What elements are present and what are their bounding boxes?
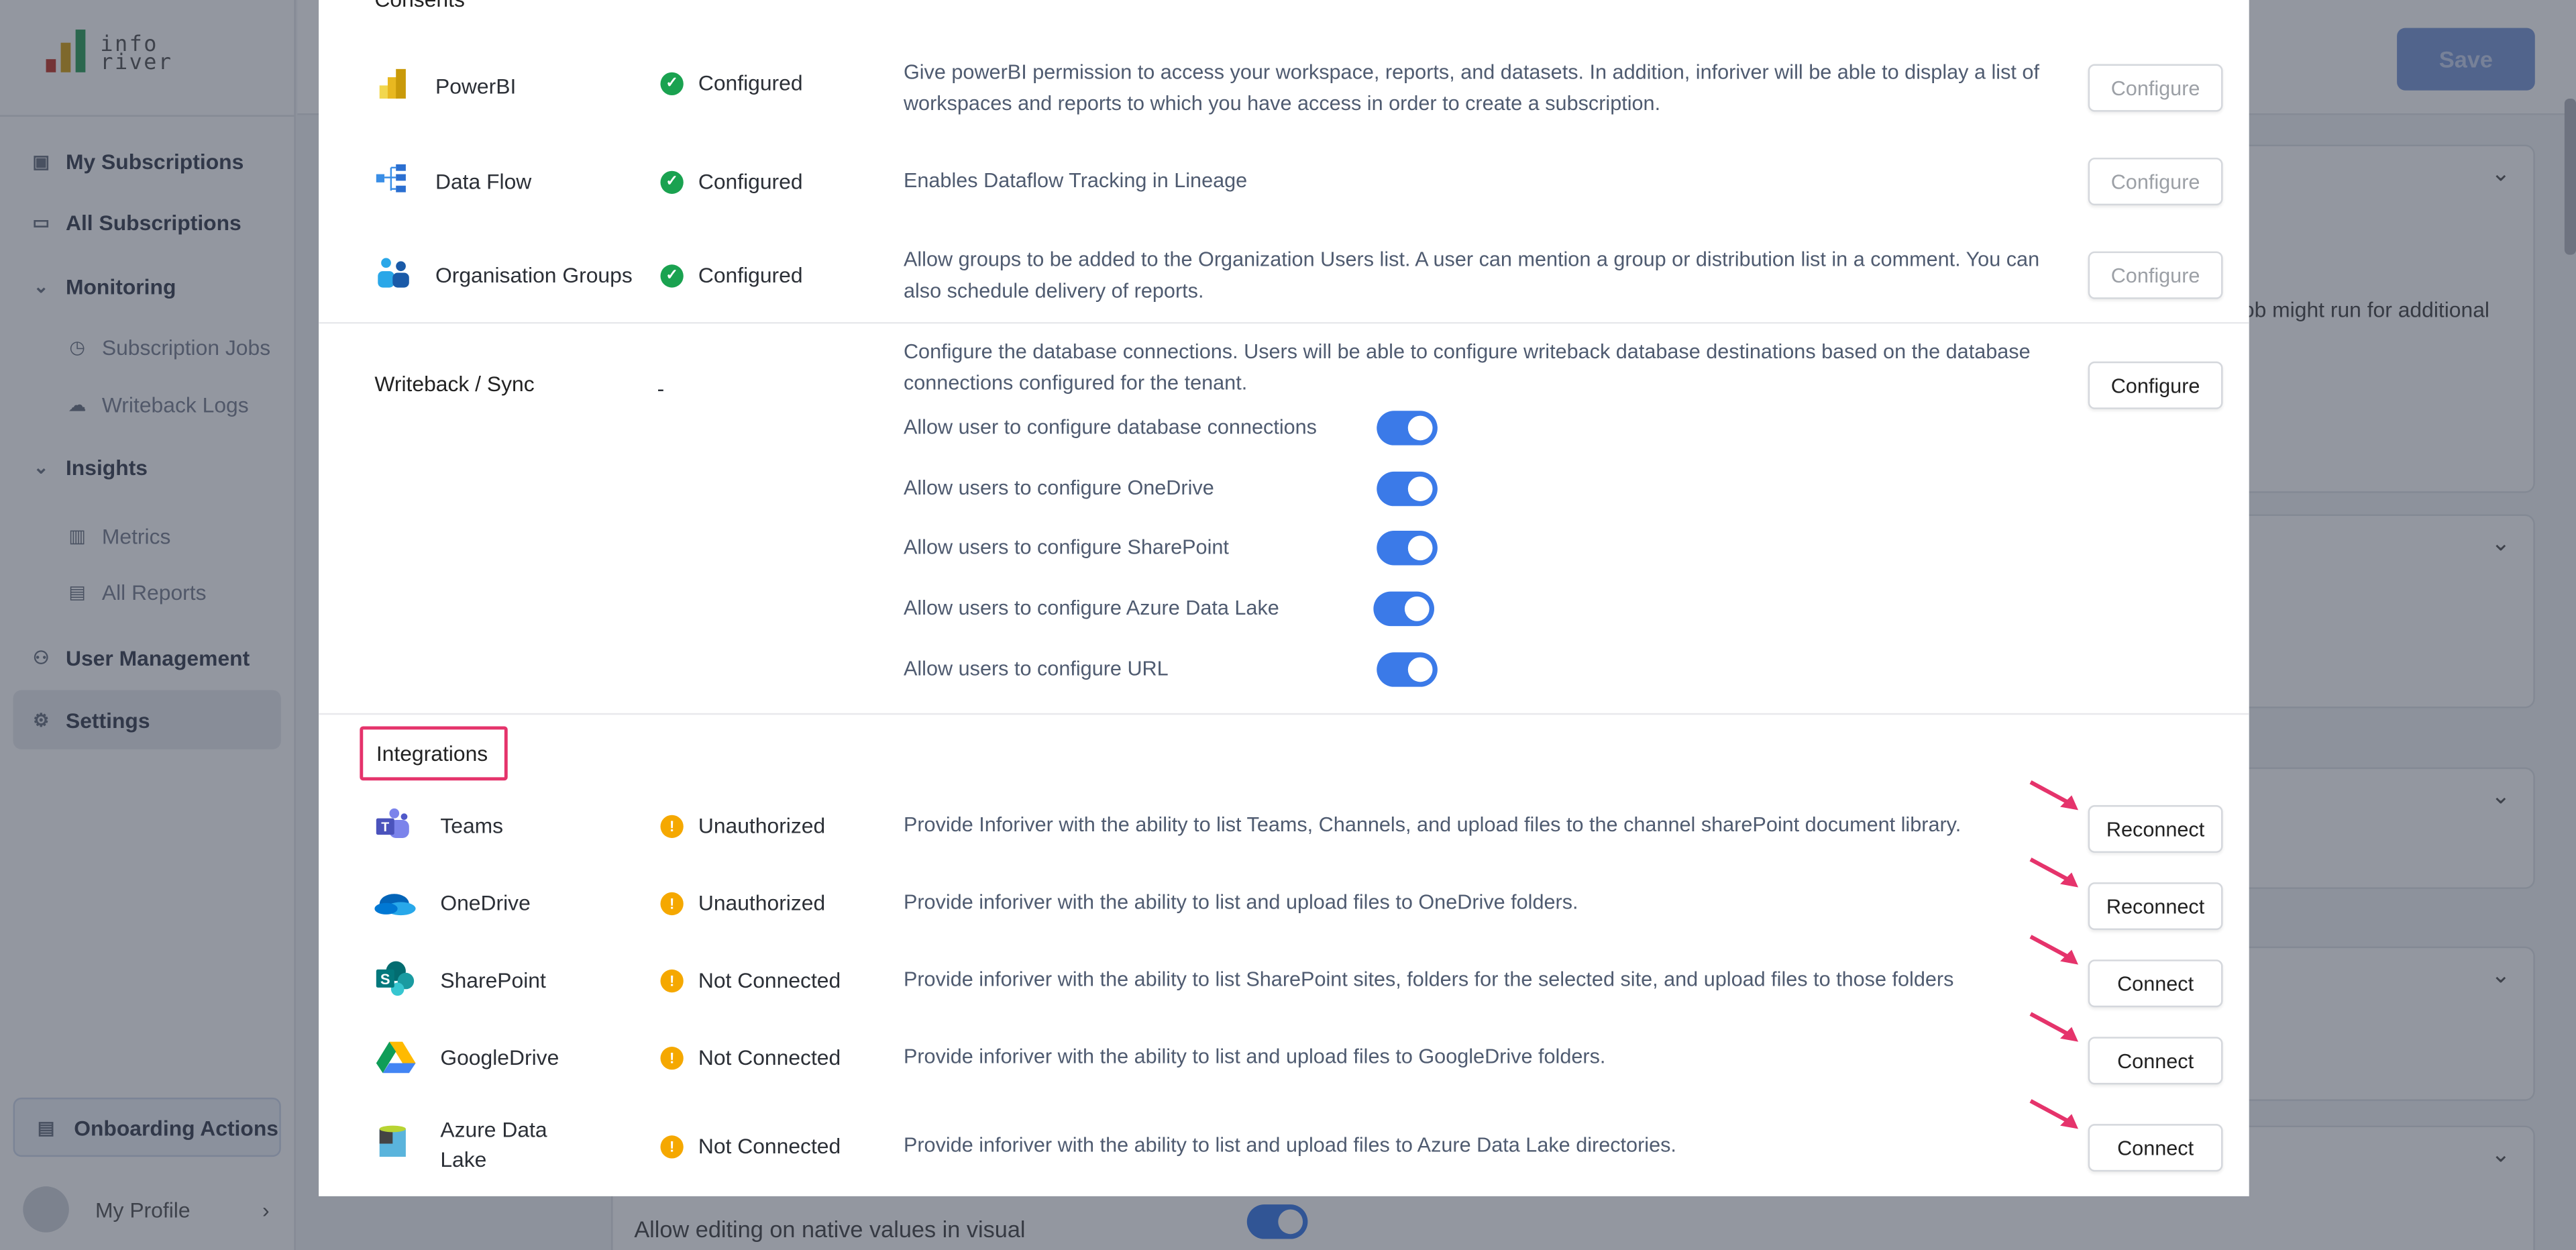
writeback-toggle-row: Allow users to configure SharePoint bbox=[904, 531, 1446, 564]
integration-name: Teams bbox=[440, 812, 572, 841]
status-text: Unauthorized bbox=[698, 890, 825, 915]
consent-name: Data Flow bbox=[435, 169, 531, 194]
status-text: Not Connected bbox=[698, 1134, 841, 1159]
svg-text:S: S bbox=[380, 971, 390, 988]
toggle-label: Allow users to configure Azure Data Lake bbox=[904, 596, 1279, 619]
writeback-status: - bbox=[657, 376, 665, 401]
onedrive-icon bbox=[374, 884, 417, 921]
integration-description: Provide inforiver with the ability to li… bbox=[904, 1131, 2070, 1161]
powerbi-icon bbox=[374, 66, 411, 102]
check-circle-icon: ✓ bbox=[660, 72, 683, 95]
integration-description: Provide Inforiver with the ability to li… bbox=[904, 810, 2070, 840]
red-arrow-annotation bbox=[2027, 1010, 2083, 1047]
configure-dataflow-button[interactable]: Configure bbox=[2088, 158, 2223, 205]
warning-icon: ! bbox=[660, 969, 683, 992]
toggle-label: Allow users to configure URL bbox=[904, 658, 1169, 680]
reconnect-teams-button[interactable]: Reconnect bbox=[2088, 805, 2223, 853]
warning-icon: ! bbox=[660, 1046, 683, 1069]
configure-writeback-button[interactable]: Configure bbox=[2088, 362, 2223, 409]
googledrive-icon bbox=[374, 1039, 417, 1075]
consent-status: ✓ Configured bbox=[660, 169, 802, 194]
status-text: Unauthorized bbox=[698, 813, 825, 838]
red-arrow-annotation bbox=[2027, 779, 2083, 815]
writeback-toggle-row: Allow users to configure URL bbox=[904, 652, 1446, 685]
toggle-label: Allow users to configure SharePoint bbox=[904, 535, 1229, 558]
connect-azure-data-lake-button[interactable]: Connect bbox=[2088, 1124, 2223, 1171]
azure-data-lake-icon bbox=[374, 1124, 411, 1160]
red-arrow-annotation bbox=[2027, 856, 2083, 892]
writeback-title: Writeback / Sync bbox=[374, 371, 534, 396]
consent-status: ✓ Configured bbox=[660, 263, 802, 288]
integration-name: SharePoint bbox=[440, 966, 572, 996]
writeback-toggle-row: Allow users to configure Azure Data Lake bbox=[904, 592, 1446, 625]
integration-description: Provide inforiver with the ability to li… bbox=[904, 965, 2070, 995]
status-text: Not Connected bbox=[698, 1045, 841, 1070]
consents-title: Consents bbox=[374, 0, 465, 11]
svg-text:T: T bbox=[381, 820, 389, 835]
red-arrow-annotation bbox=[2027, 1098, 2083, 1134]
integration-name: OneDrive bbox=[440, 889, 572, 919]
toggle-label: Allow users to configure OneDrive bbox=[904, 476, 1214, 499]
configure-powerbi-button[interactable]: Configure bbox=[2088, 64, 2223, 112]
toggle-switch[interactable] bbox=[1373, 592, 1434, 626]
integration-name: GoogleDrive bbox=[440, 1043, 572, 1073]
connect-googledrive-button[interactable]: Connect bbox=[2088, 1037, 2223, 1084]
integration-status: ! Not Connected bbox=[660, 1045, 841, 1070]
status-text: Not Connected bbox=[698, 968, 841, 992]
integration-description: Provide inforiver with the ability to li… bbox=[904, 1042, 2070, 1072]
status-text: Configured bbox=[698, 169, 803, 194]
warning-icon: ! bbox=[660, 814, 683, 837]
consent-status: ✓ Configured bbox=[660, 70, 802, 95]
integration-name: Azure Data Lake bbox=[440, 1116, 572, 1175]
check-circle-icon: ✓ bbox=[660, 264, 683, 287]
status-text: Configured bbox=[698, 263, 803, 288]
toggle-switch[interactable] bbox=[1377, 472, 1438, 506]
integration-status: ! Not Connected bbox=[660, 968, 841, 992]
dataflow-icon bbox=[374, 161, 411, 197]
toggle-switch[interactable] bbox=[1377, 531, 1438, 565]
integrations-title: Integrations bbox=[360, 726, 507, 780]
toggle-switch[interactable] bbox=[1377, 411, 1438, 445]
integration-status: ! Unauthorized bbox=[660, 813, 825, 838]
toggle-switch[interactable] bbox=[1377, 652, 1438, 686]
warning-icon: ! bbox=[660, 892, 683, 915]
organisation-groups-icon bbox=[374, 255, 411, 291]
integrations-modal: Consents PowerBI ✓ Configured Give powerB… bbox=[319, 0, 2249, 1196]
scrollbar[interactable] bbox=[2565, 99, 2576, 255]
connect-sharepoint-button[interactable]: Connect bbox=[2088, 959, 2223, 1007]
status-text: Configured bbox=[698, 70, 803, 95]
toggle-label: Allow user to configure database connect… bbox=[904, 416, 1317, 439]
integration-description: Provide inforiver with the ability to li… bbox=[904, 887, 2070, 917]
consent-name: PowerBI bbox=[435, 74, 516, 99]
consent-description: Give powerBI permission to access your w… bbox=[904, 58, 2070, 119]
configure-org-groups-button[interactable]: Configure bbox=[2088, 252, 2223, 299]
warning-icon: ! bbox=[660, 1135, 683, 1157]
writeback-toggle-row: Allow user to configure database connect… bbox=[904, 411, 1446, 444]
consent-description: Enables Dataflow Tracking in Lineage bbox=[904, 166, 2070, 196]
writeback-toggle-row: Allow users to configure OneDrive bbox=[904, 472, 1446, 505]
teams-icon: T bbox=[374, 806, 411, 843]
consent-description: Allow groups to be added to the Organiza… bbox=[904, 245, 2070, 306]
red-arrow-annotation bbox=[2027, 933, 2083, 970]
integration-status: ! Not Connected bbox=[660, 1134, 841, 1159]
integration-status: ! Unauthorized bbox=[660, 890, 825, 915]
check-circle-icon: ✓ bbox=[660, 170, 683, 193]
sharepoint-icon: S bbox=[374, 959, 417, 996]
writeback-description: Configure the database connections. User… bbox=[904, 337, 2070, 398]
consent-name: Organisation Groups bbox=[435, 263, 633, 288]
reconnect-onedrive-button[interactable]: Reconnect bbox=[2088, 882, 2223, 930]
